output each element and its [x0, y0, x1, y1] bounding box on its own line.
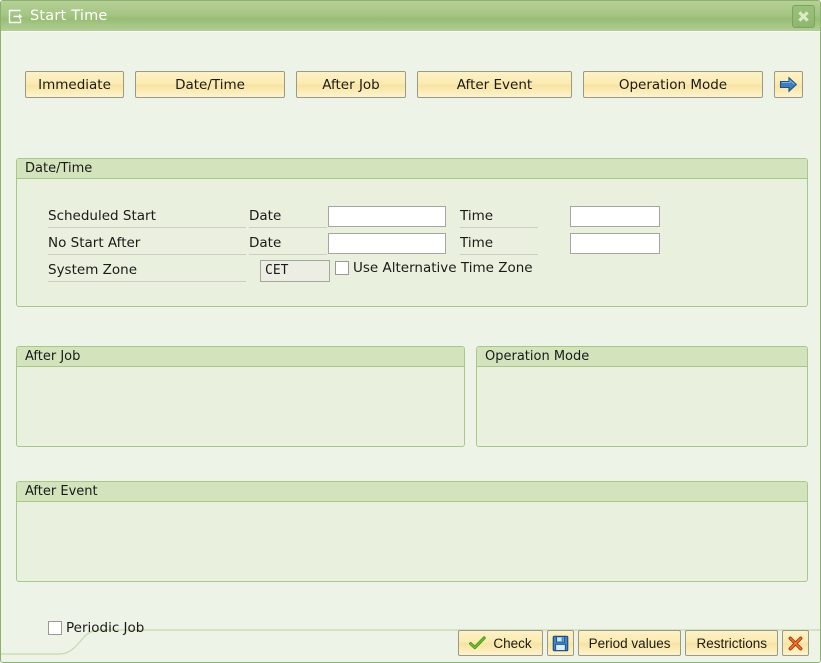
dialog-titlebar: Start Time	[1, 1, 820, 32]
after-event-group-title: After Event	[17, 482, 807, 502]
scheduled-start-row: Scheduled Start Date Time	[17, 203, 807, 230]
start-time-mode-toolbar: Immediate Date/Time After Job After Even…	[25, 71, 803, 98]
floppy-save-icon	[552, 635, 568, 651]
dialog-popup-icon	[8, 9, 23, 23]
checkbox-box	[335, 261, 349, 275]
immediate-button[interactable]: Immediate	[25, 71, 124, 98]
next-arrow-button[interactable]	[774, 71, 803, 98]
system-zone-value: CET	[260, 259, 330, 282]
scheduled-start-label: Scheduled Start	[48, 206, 246, 228]
no-start-after-time-input[interactable]	[570, 233, 660, 254]
save-button[interactable]	[546, 630, 574, 656]
date-time-group: Date/Time Scheduled Start Date Time No S…	[16, 158, 808, 307]
operation-mode-group: Operation Mode	[476, 346, 808, 447]
checkbox-box	[48, 621, 62, 635]
after-event-button[interactable]: After Event	[417, 71, 572, 98]
close-icon	[798, 11, 809, 22]
dialog-footer: Check Period values Restrictions	[458, 630, 809, 656]
check-button[interactable]: Check	[458, 630, 543, 656]
period-values-button[interactable]: Period values	[577, 630, 682, 656]
red-x-cancel-icon	[788, 636, 803, 650]
restrictions-button[interactable]: Restrictions	[685, 630, 778, 656]
after-job-button[interactable]: After Job	[296, 71, 406, 98]
no-start-after-row: No Start After Date Time	[17, 230, 807, 257]
date-time-group-title: Date/Time	[17, 159, 807, 179]
scheduled-start-time-label: Time	[460, 206, 538, 228]
use-alternative-time-zone-checkbox[interactable]: Use Alternative Time Zone	[335, 260, 533, 276]
no-start-after-label: No Start After	[48, 233, 246, 255]
cancel-button[interactable]	[782, 630, 809, 656]
scheduled-start-date-label: Date	[249, 206, 327, 228]
arrow-right-icon	[779, 76, 798, 93]
scheduled-start-time-input[interactable]	[570, 206, 660, 227]
after-event-group: After Event	[16, 481, 808, 582]
dialog-title: Start Time	[30, 8, 108, 24]
date-time-button[interactable]: Date/Time	[135, 71, 285, 98]
no-start-after-date-input[interactable]	[328, 233, 446, 254]
after-job-group: After Job	[16, 346, 465, 447]
dialog-body: Immediate Date/Time After Job After Even…	[1, 32, 820, 662]
no-start-after-time-label: Time	[460, 233, 538, 255]
green-checkmark-icon	[469, 635, 487, 649]
scheduled-start-date-input[interactable]	[328, 206, 446, 227]
periodic-job-checkbox[interactable]: Periodic Job	[48, 620, 144, 636]
periodic-job-label: Periodic Job	[66, 620, 145, 636]
use-alternative-time-zone-label: Use Alternative Time Zone	[353, 260, 533, 276]
check-button-label: Check	[493, 635, 532, 651]
after-job-group-title: After Job	[17, 347, 464, 367]
operation-mode-group-title: Operation Mode	[477, 347, 807, 367]
no-start-after-date-label: Date	[249, 233, 327, 255]
system-zone-label: System Zone	[48, 260, 246, 282]
start-time-dialog: Start Time Immediate Date/Time After Job…	[0, 0, 821, 663]
close-button[interactable]	[792, 5, 815, 28]
operation-mode-button[interactable]: Operation Mode	[583, 71, 763, 98]
